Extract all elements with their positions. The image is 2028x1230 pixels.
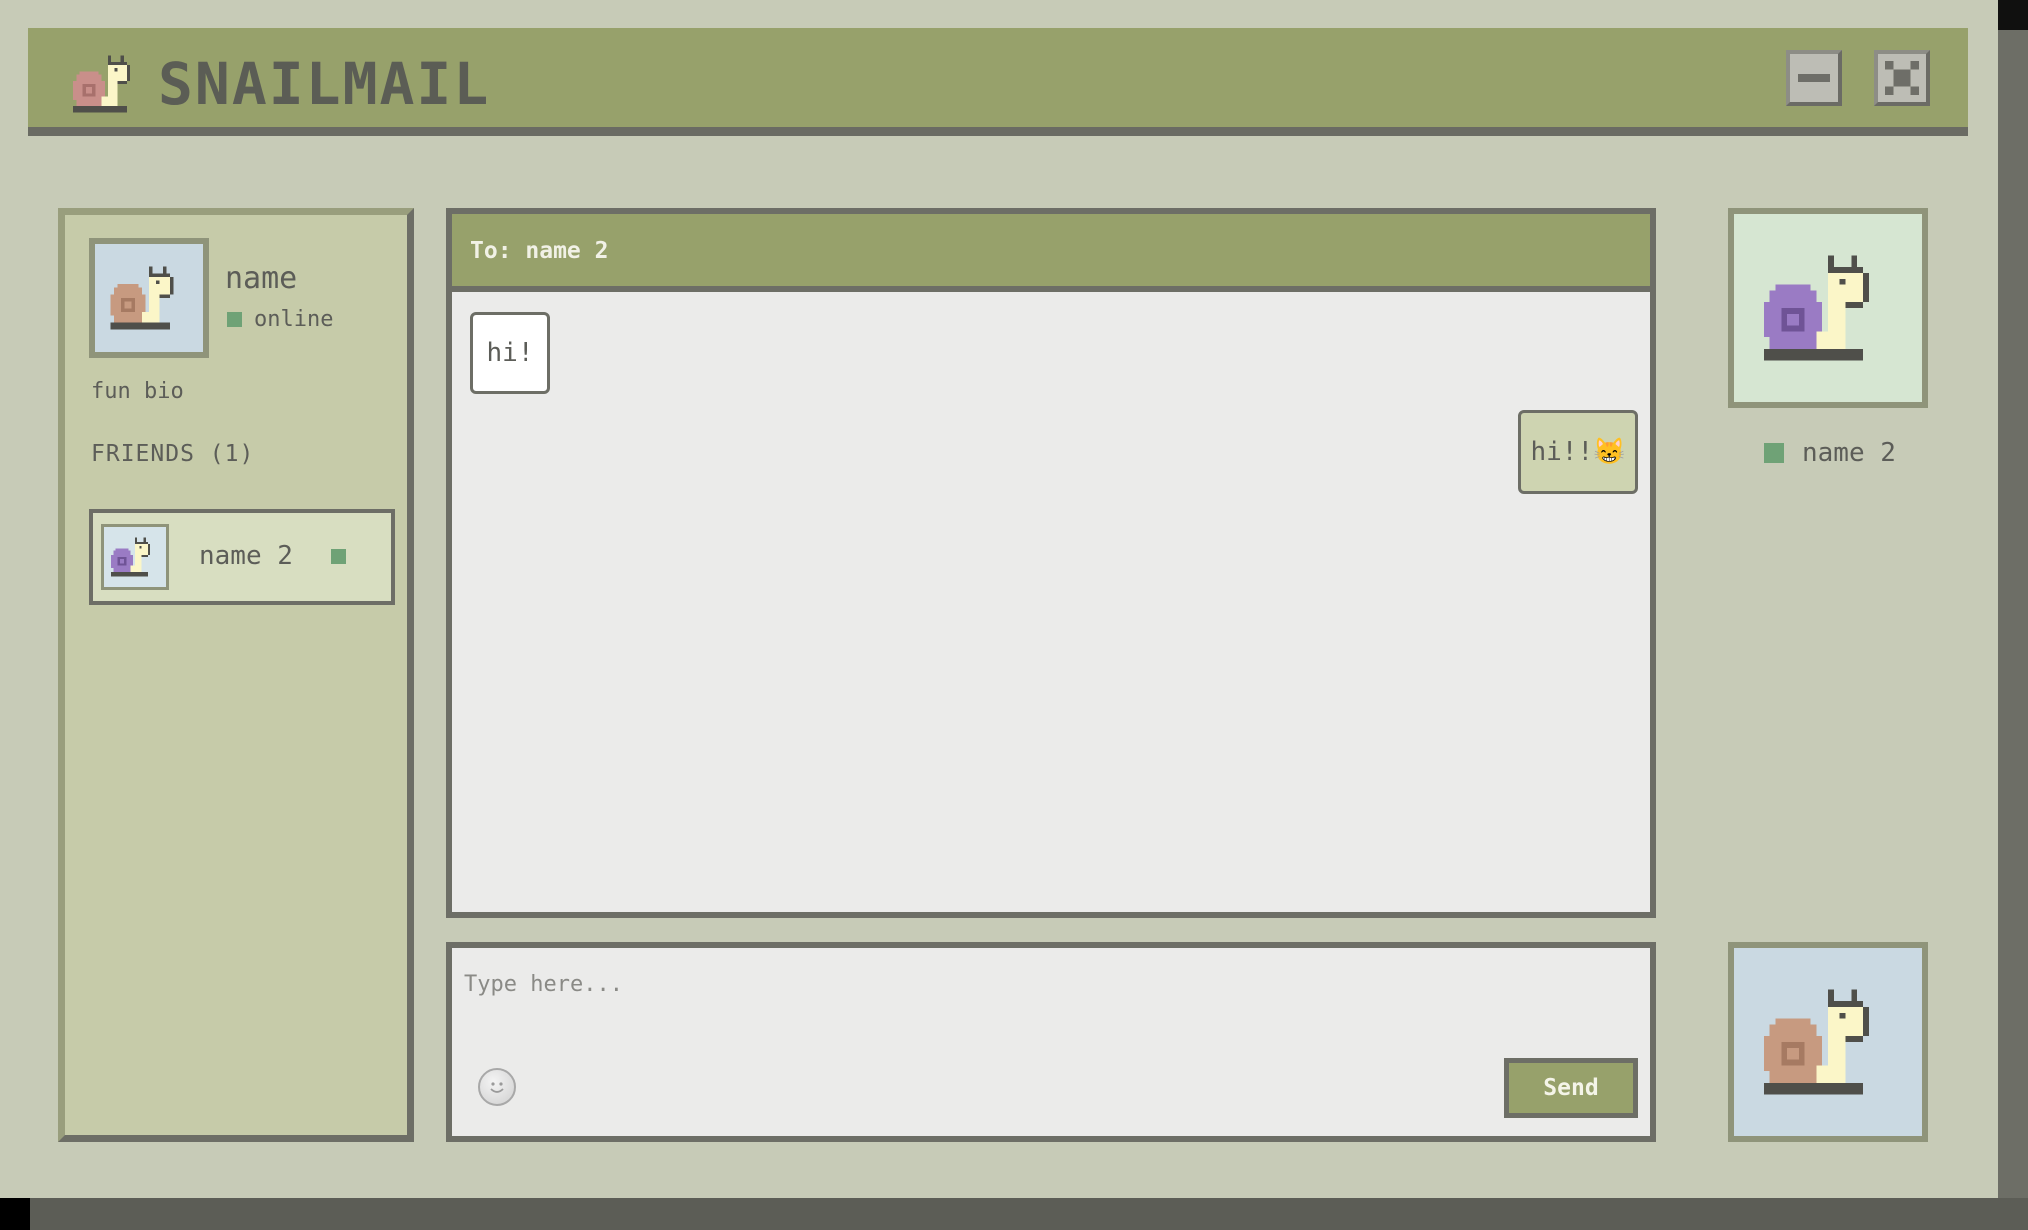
contact-name: name 2 (1802, 438, 1896, 468)
profile-name: name (225, 261, 298, 296)
profile-bio: fun bio (91, 379, 184, 404)
message-input[interactable] (464, 964, 1634, 1004)
purple-snail-icon (109, 535, 161, 579)
close-icon (1885, 61, 1919, 95)
profile-status: online (227, 307, 333, 332)
minimize-button[interactable] (1786, 50, 1842, 106)
contact-label: name 2 (1764, 438, 1896, 468)
window-frame-bottom (0, 1198, 2028, 1230)
chat-panel: To: name 2 hi! hi!!😸 (446, 208, 1656, 918)
sidebar: name online fun bio FRIENDS (1) name 2 (58, 208, 414, 1142)
window-frame-right (1998, 0, 2028, 1230)
contact-online-dot (1764, 443, 1784, 463)
chat-recipient-label: To: name 2 (470, 238, 609, 264)
app-title: SNAILMAIL (158, 50, 491, 118)
friends-header: FRIENDS (1) (91, 441, 255, 467)
friend-list-item[interactable]: name 2 (89, 509, 395, 605)
friend-avatar (101, 524, 169, 590)
close-button[interactable] (1874, 50, 1930, 106)
online-status-dot (227, 312, 242, 327)
friend-name: name 2 (199, 541, 293, 571)
profile-avatar[interactable] (89, 238, 209, 358)
chat-header: To: name 2 (452, 214, 1650, 292)
outgoing-message: hi!!😸 (1518, 410, 1638, 494)
snail-icon (70, 48, 146, 120)
smiley-icon (490, 1082, 504, 1093)
compose-box: Send (446, 942, 1656, 1142)
profile-status-label: online (254, 307, 334, 332)
snail-avatar-icon (1758, 983, 1898, 1101)
self-avatar[interactable] (1728, 942, 1928, 1142)
contact-avatar[interactable] (1728, 208, 1928, 408)
title-bar: SNAILMAIL (28, 28, 1968, 136)
send-button[interactable]: Send (1504, 1058, 1638, 1118)
emoji-button[interactable] (478, 1068, 516, 1106)
purple-snail-icon (1758, 249, 1898, 367)
app-window: SNAILMAIL name online fun bio FRIENDS (1… (0, 0, 1998, 1198)
incoming-message: hi! (470, 312, 550, 394)
snail-avatar-icon (107, 263, 191, 333)
friend-online-dot (331, 549, 346, 564)
minimize-icon (1798, 74, 1830, 82)
